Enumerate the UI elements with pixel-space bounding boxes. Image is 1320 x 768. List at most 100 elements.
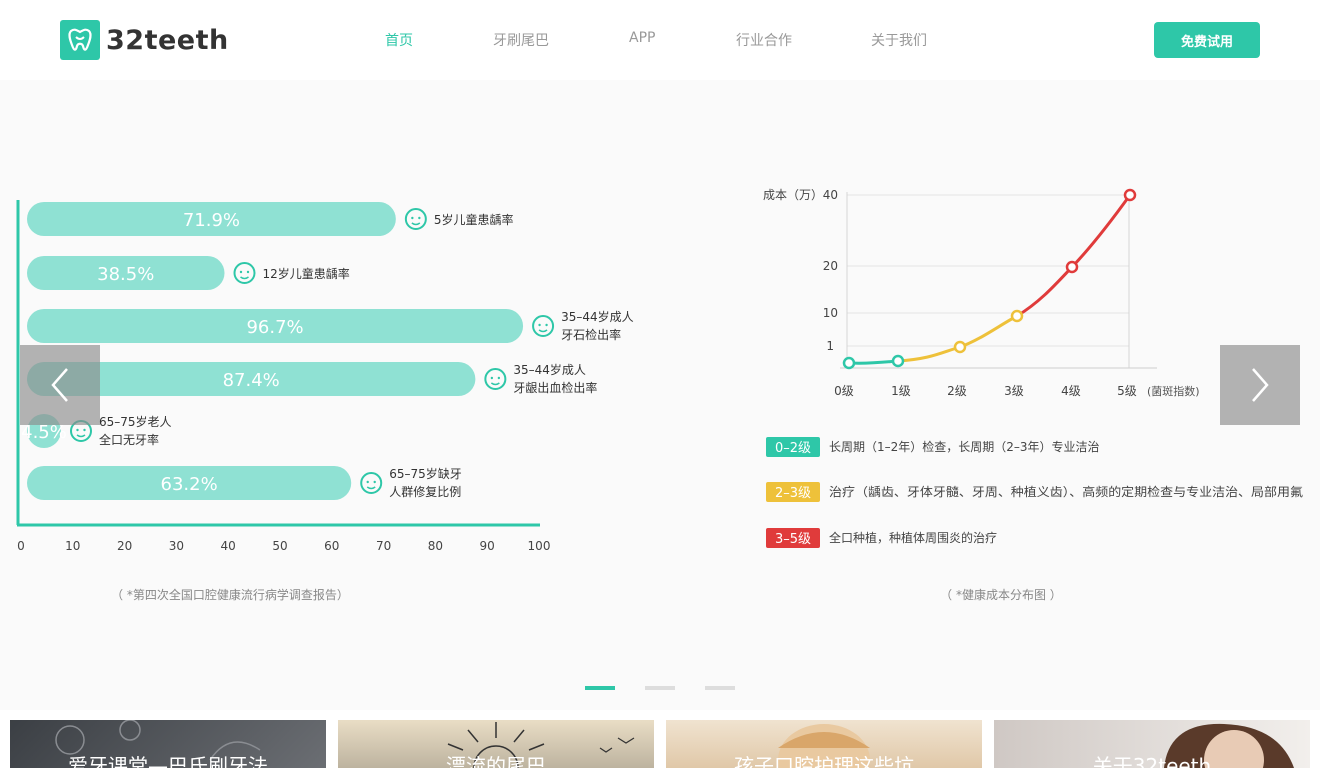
logo[interactable]: 32teeth [60,20,229,60]
slider-pagination [0,686,1320,690]
bar-chart-x-tick: 80 [428,539,443,553]
line-chart-x-tick: 5级 [1117,384,1137,398]
charts-canvas: 71.9% 5岁儿童患龋率38.5% 12岁儿童患龋率96.7% 35–44岁成人牙石… [16,188,1303,602]
face-icon [233,262,256,284]
line-chart-ylabel: 成本（万） [763,188,823,202]
bar-category-label: 65–75岁缺牙 [389,466,462,481]
bar-row: 63.2% 65–75岁缺牙人群修复比例 [27,466,462,500]
bar-category-label: 65–75岁老人 [99,414,172,429]
ytick-20: 20 [823,259,838,273]
logo-text: 32teeth [106,24,229,56]
series-line-red [1016,194,1132,318]
legend-item-2-3: 2–3级 治疗（龋齿、牙体牙髓、牙周、种植义齿）、高频的定期检查与专业洁治、局部… [766,482,1303,502]
legend-text: 全口种植，种植体周围炎的治疗 [829,530,997,545]
line-chart-x-tick: 2级 [947,384,967,398]
face-icon [360,472,383,494]
face-icon [484,368,507,390]
bar-chart: 71.9% 5岁儿童患龋率38.5% 12岁儿童患龋率96.7% 35–44岁成人牙石… [16,200,634,602]
chevron-left-icon [51,368,68,402]
tooth-logo-icon [60,20,100,60]
slider-dot-1[interactable] [585,686,615,690]
legend-item-0-2: 0–2级 长周期（1–2年）检查，长周期（2–3年）专业洁治 [766,437,1100,457]
bars: 71.9% 5岁儿童患龋率38.5% 12岁儿童患龋率96.7% 35–44岁成人牙石… [21,202,634,500]
ytick-40: 40 [823,188,838,202]
bar-value-label: 87.4% [223,370,280,391]
slider-dot-3[interactable] [705,686,735,690]
bar-value-label: 63.2% [161,474,218,495]
nav-home[interactable]: 首页 [385,30,413,50]
point-level-2 [953,340,967,354]
ytick-10: 10 [823,306,838,320]
nav-about-us[interactable]: 关于我们 [871,30,927,50]
point-level-0 [842,356,856,370]
legend-badge-label: 3–5级 [775,532,811,547]
chevron-right-icon [1252,368,1269,402]
article-card-title: 爱牙课堂—巴氏刷牙法 [68,754,268,768]
article-cards: 爱牙课堂—巴氏刷牙法 漂流的尾巴 孩子口腔护理这些坑 关于32teeth [0,710,1320,768]
bar-category-label: 牙石检出率 [561,327,621,342]
bar-row: 71.9% 5岁儿童患龋率 [27,202,513,236]
line-chart-footnote: （ *健康成本分布图 ） [940,587,1062,602]
legend-text: 治疗（龋齿、牙体牙髓、牙周、种植义齿）、高频的定期检查与专业洁治、局部用氟 [829,484,1303,499]
article-card-kids-oral-care[interactable]: 孩子口腔护理这些坑 [666,720,982,768]
bar-category-label: 全口无牙率 [99,432,159,447]
legend-badge-label: 2–3级 [775,486,811,501]
bar-chart-x-tick: 40 [221,539,236,553]
series-line-yellow [897,314,1018,363]
bar-row: 38.5% 12岁儿童患龋率 [27,256,350,290]
bar-value-label: 71.9% [183,210,240,231]
line-chart-x-tick: 4级 [1061,384,1081,398]
line-chart-xunit: (菌斑指数) [1147,384,1200,398]
point-level-4 [1065,260,1079,274]
nav-toothbrush-tail[interactable]: 牙刷尾巴 [493,30,549,50]
bar-category-label: 牙龈出血检出率 [513,380,597,395]
line-chart-x-tick: 0级 [834,384,854,398]
line-chart-x-ticks: 0级 1级 2级 3级 4级 5级 [834,384,1137,398]
bar-chart-x-tick: 70 [376,539,391,553]
article-card-title: 关于32teeth [1092,754,1212,768]
bar-category-label: 35–44岁成人 [561,309,634,324]
bar-chart-x-tick: 10 [65,539,80,553]
slider-dot-2[interactable] [645,686,675,690]
bar-chart-footnote: （ *第四次全国口腔健康流行病学调查报告） [111,587,349,602]
free-trial-button[interactable]: 免费试用 [1154,22,1260,58]
point-level-1 [891,354,905,368]
bar-chart-x-tick: 20 [117,539,132,553]
article-card-brushing[interactable]: 爱牙课堂—巴氏刷牙法 [10,720,326,768]
bar-chart-x-tick: 30 [169,539,184,553]
series-line-green [848,359,899,365]
article-card-title: 孩子口腔护理这些坑 [734,754,914,768]
bar-category-label: 35–44岁成人 [513,362,586,377]
bar-chart-x-tick: 90 [480,539,495,553]
bar-value-label: 96.7% [246,317,303,338]
point-level-3 [1010,309,1024,323]
hero-slider: 71.9% 5岁儿童患龋率 38.5% 12岁儿童患龋率 96.7% 35–44岁成人 牙石… [0,80,1320,710]
face-icon [404,208,427,230]
bar-chart-x-tick: 50 [272,539,287,553]
article-card-about-32teeth[interactable]: 关于32teeth [994,720,1310,768]
point-level-5 [1123,188,1137,202]
nav-partnership[interactable]: 行业合作 [736,30,792,50]
slider-next-button[interactable] [1220,345,1300,425]
bar-category-label: 5岁儿童患龋率 [434,212,514,227]
legend-badge-label: 0–2级 [775,441,811,456]
bar-category-label: 12岁儿童患龋率 [263,266,350,281]
line-chart-x-tick: 1级 [891,384,911,398]
bar-value-label: 38.5% [97,264,154,285]
top-navbar: 32teeth 首页 牙刷尾巴 APP 行业合作 关于我们 免费试用 [0,0,1320,80]
bar-value-label: 4.5% [21,422,67,443]
bar-chart-x-tick: 100 [528,539,551,553]
article-card-drifting-tail[interactable]: 漂流的尾巴 [338,720,654,768]
nav-app[interactable]: APP [629,30,655,46]
ytick-1: 1 [826,339,834,353]
slider-prev-button[interactable] [20,345,100,425]
face-icon [532,315,555,337]
bar-chart-x-tick: 0 [17,539,25,553]
line-chart-x-tick: 3级 [1004,384,1024,398]
article-card-title: 漂流的尾巴 [446,754,546,768]
bar-chart-x-ticks: 0 10 20 30 40 50 60 70 80 90 100 [17,539,550,553]
bar-row: 96.7% 35–44岁成人牙石检出率 [27,309,634,343]
bar-chart-x-tick: 60 [324,539,339,553]
legend-item-3-5: 3–5级 全口种植，种植体周围炎的治疗 [766,528,997,548]
bar-category-label: 人群修复比例 [389,484,461,499]
